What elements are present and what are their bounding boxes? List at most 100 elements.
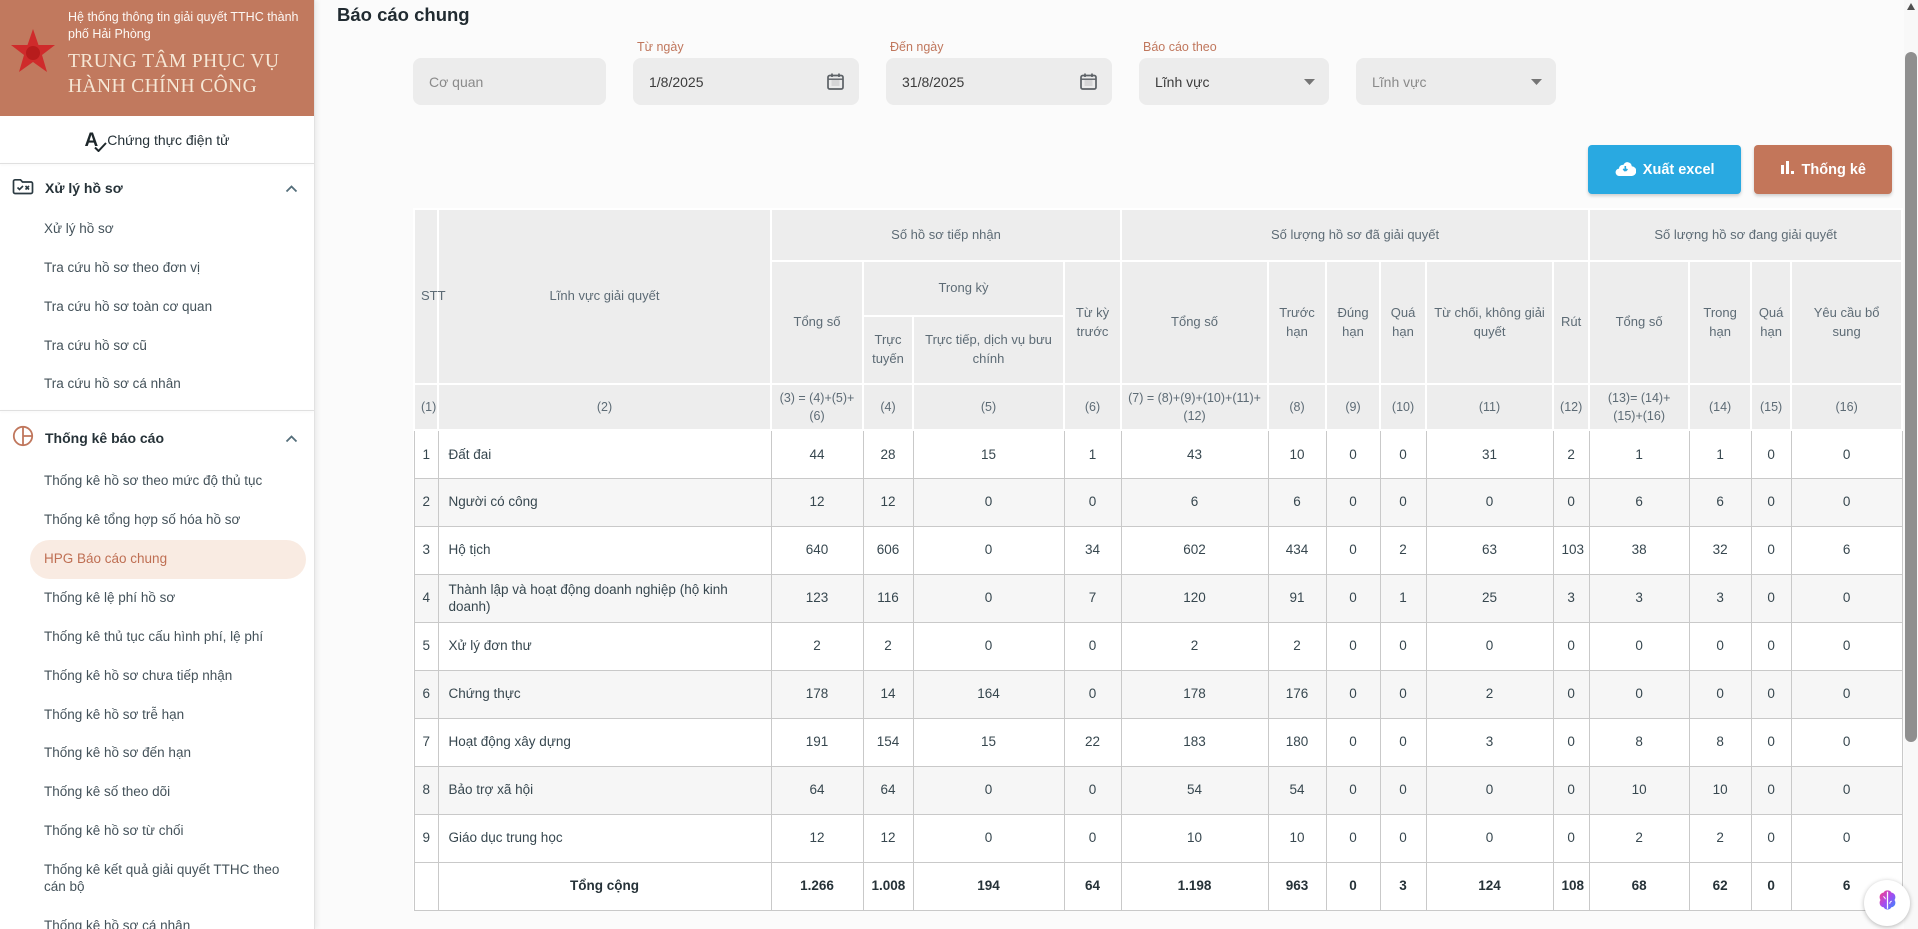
sidebar-item[interactable]: HPG Báo cáo chung xyxy=(30,540,306,579)
value-cell: 0 xyxy=(1380,430,1426,478)
text-check-icon: A xyxy=(84,131,98,150)
sidebar-item[interactable]: Thống kê hồ sơ cá nhân xyxy=(0,907,314,929)
col-number: (12) xyxy=(1553,384,1589,430)
linh-vuc-select[interactable]: Lĩnh vực xyxy=(1356,58,1556,105)
value-cell: 2 xyxy=(1380,526,1426,574)
sidebar-item[interactable]: Thống kê thủ tục cấu hình phí, lệ phí xyxy=(0,618,314,657)
sidebar-item[interactable]: Thống kê lệ phí hồ sơ xyxy=(0,579,314,618)
value-cell: 123 xyxy=(771,574,863,622)
total-row: Tổng cộng1.2661.008194641.19896303124108… xyxy=(414,862,1902,910)
sidebar-item[interactable]: Thống kê hồ sơ trễ hạn xyxy=(0,696,314,735)
value-cell: 0 xyxy=(1064,622,1121,670)
col-number: (3) = (4)+(5)+(6) xyxy=(771,384,863,430)
value-cell: 116 xyxy=(863,574,913,622)
sidebar-section-xu-ly-ho-so[interactable]: Xử lý hồ sơ xyxy=(0,164,314,210)
thong-ke-button[interactable]: Thống kê xyxy=(1754,145,1892,194)
bao-cao-theo-select[interactable]: Lĩnh vực xyxy=(1139,58,1329,105)
filter-bar: Cơ quan Từ ngày 1/8/2025 Đến ngày 31/8/2… xyxy=(413,40,1918,105)
value-cell: 0 xyxy=(1751,814,1791,862)
value-cell: 0 xyxy=(913,526,1064,574)
linh-vuc-cell: Giáo dục trung học xyxy=(438,814,771,862)
chevron-up-icon[interactable] xyxy=(285,430,298,446)
value-cell: 7 xyxy=(414,718,438,766)
value-cell: 0 xyxy=(1326,814,1380,862)
den-ngay-label: Đến ngày xyxy=(886,40,1112,57)
table-row: 2Người có công1212006600006600 xyxy=(414,478,1902,526)
chevron-down-icon xyxy=(1304,79,1315,85)
col-number: (2) xyxy=(438,384,771,430)
col-header: Rút xyxy=(1553,261,1589,384)
den-ngay-date-input[interactable]: 31/8/2025 xyxy=(886,58,1112,105)
col-header: Từ kỳ trước xyxy=(1064,261,1121,384)
value-cell: 4 xyxy=(414,574,438,622)
value-cell: 2 xyxy=(1689,814,1751,862)
value-cell: 15 xyxy=(913,718,1064,766)
value-cell: 180 xyxy=(1268,718,1326,766)
sidebar-item[interactable]: Thống kê hồ sơ theo mức độ thủ tục xyxy=(0,462,314,501)
value-cell: 0 xyxy=(1380,718,1426,766)
sidebar-item[interactable]: Tra cứu hồ sơ theo đơn vị xyxy=(0,249,314,288)
value-cell: 0 xyxy=(1326,718,1380,766)
col-header: Trực tiếp, dịch vụ bưu chính xyxy=(913,316,1064,384)
value-cell: 0 xyxy=(1751,574,1791,622)
col-number: (13)= (14)+(15)+(16) xyxy=(1589,384,1689,430)
table-row: 4Thành lập và hoạt động doanh nghiệp (hộ… xyxy=(414,574,1902,622)
sidebar-item[interactable]: Thống kê hồ sơ đến hạn xyxy=(0,734,314,773)
col-number: (6) xyxy=(1064,384,1121,430)
total-value-cell: 0 xyxy=(1326,862,1380,910)
scroll-up-arrow[interactable] xyxy=(1907,3,1915,10)
value-cell: 12 xyxy=(771,478,863,526)
total-label: Tổng cộng xyxy=(438,862,771,910)
sidebar: Hệ thống thông tin giải quyết TTHC thành… xyxy=(0,0,315,929)
tu-ngay-value: 1/8/2025 xyxy=(649,74,704,90)
scrollbar-thumb[interactable] xyxy=(1905,52,1917,742)
co-quan-input[interactable]: Cơ quan xyxy=(413,58,606,105)
value-cell: 0 xyxy=(1326,430,1380,478)
tu-ngay-date-input[interactable]: 1/8/2025 xyxy=(633,58,859,105)
menu-list-xu-ly-ho-so: Xử lý hồ sơTra cứu hồ sơ theo đơn vịTra … xyxy=(0,210,314,410)
sidebar-item[interactable]: Tra cứu hồ sơ cũ xyxy=(0,327,314,366)
assistant-fab-button[interactable] xyxy=(1864,880,1910,926)
export-excel-button[interactable]: Xuất excel xyxy=(1588,145,1741,194)
calendar-icon[interactable] xyxy=(1079,72,1098,91)
value-cell: 5 xyxy=(414,622,438,670)
value-cell: 34 xyxy=(1064,526,1121,574)
value-cell: 0 xyxy=(1791,622,1902,670)
value-cell: 0 xyxy=(1589,670,1689,718)
sidebar-menu: Xử lý hồ sơ Xử lý hồ sơTra cứu hồ sơ the… xyxy=(0,164,314,929)
sidebar-item[interactable]: Tra cứu hồ sơ cá nhân xyxy=(0,365,314,404)
value-cell: 0 xyxy=(1064,478,1121,526)
col-header: Yêu cầu bổ sung xyxy=(1791,261,1902,384)
value-cell: 63 xyxy=(1426,526,1553,574)
value-cell: 0 xyxy=(1791,814,1902,862)
value-cell: 3 xyxy=(1689,574,1751,622)
toolbar: Xuất excel Thống kê xyxy=(337,145,1892,194)
calendar-icon[interactable] xyxy=(826,72,845,91)
value-cell: 178 xyxy=(1121,670,1268,718)
value-cell: 191 xyxy=(771,718,863,766)
value-cell: 10 xyxy=(1689,766,1751,814)
value-cell: 0 xyxy=(1553,814,1589,862)
sidebar-item[interactable]: Thống kê hồ sơ từ chối xyxy=(0,812,314,851)
total-value-cell: 1.198 xyxy=(1121,862,1268,910)
col-number: (9) xyxy=(1326,384,1380,430)
linh-vuc-cell: Thành lập và hoạt động doanh nghiệp (hộ … xyxy=(438,574,771,622)
sidebar-item[interactable]: Xử lý hồ sơ xyxy=(0,210,314,249)
sidebar-item-chung-thuc-dien-tu[interactable]: A Chứng thực điện tử xyxy=(0,116,314,163)
sidebar-section-thong-ke-bao-cao[interactable]: Thống kê báo cáo xyxy=(0,411,314,462)
report-table-header: STT Lĩnh vực giải quyết Số hồ sơ tiếp nh… xyxy=(414,209,1902,430)
sidebar-item[interactable]: Thống kê số theo dõi xyxy=(0,773,314,812)
sidebar-item[interactable]: Thống kê tổng hợp số hóa hồ sơ xyxy=(0,501,314,540)
chevron-up-icon[interactable] xyxy=(285,180,298,196)
sidebar-item[interactable]: Thống kê kết quả giải quyết TTHC theo cá… xyxy=(0,851,314,907)
vertical-scrollbar[interactable] xyxy=(1904,0,1918,929)
linh-vuc-placeholder: Lĩnh vực xyxy=(1372,74,1427,90)
value-cell: 0 xyxy=(1553,670,1589,718)
value-cell: 0 xyxy=(1751,478,1791,526)
value-cell: 1 xyxy=(1064,430,1121,478)
value-cell: 0 xyxy=(1380,478,1426,526)
sidebar-item[interactable]: Thống kê hồ sơ chưa tiếp nhận xyxy=(0,657,314,696)
value-cell: 2 xyxy=(1121,622,1268,670)
value-cell: 0 xyxy=(1326,766,1380,814)
sidebar-item[interactable]: Tra cứu hồ sơ toàn cơ quan xyxy=(0,288,314,327)
